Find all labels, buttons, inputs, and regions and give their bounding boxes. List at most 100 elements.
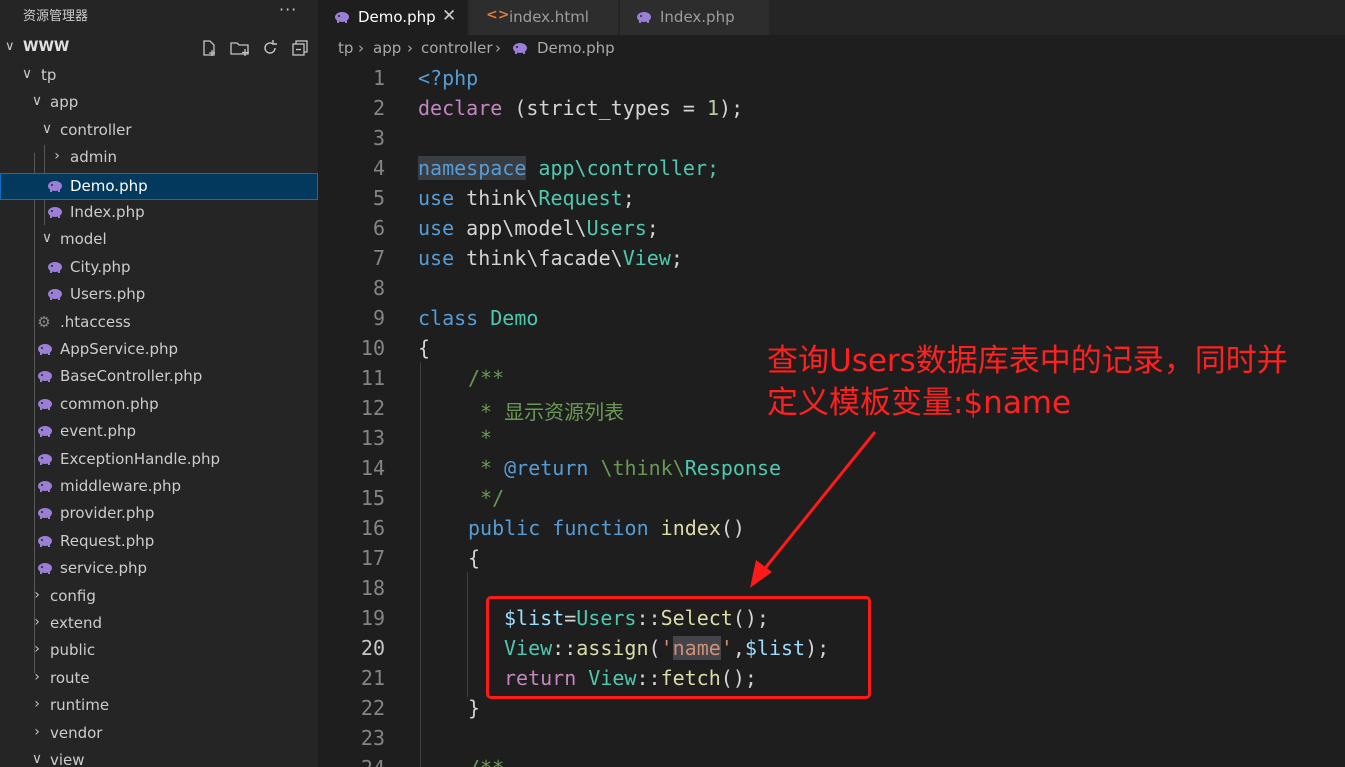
tree-label: public [50, 641, 96, 660]
php-elephant-icon [48, 207, 62, 218]
tree-label: City.php [70, 257, 131, 276]
tree-file-event-php[interactable]: event.php [0, 419, 318, 446]
tab-index-html[interactable]: <> index.html [469, 0, 619, 35]
code-line: * @return \think\Response [468, 456, 781, 480]
tree-folder-public[interactable]: › public [0, 638, 318, 665]
php-elephant-icon [38, 481, 52, 492]
tree-folder-runtime[interactable]: › runtime [0, 693, 318, 720]
code-token: ); [719, 96, 744, 120]
code-token: namespace [418, 156, 527, 180]
chevron-right-icon: › [34, 614, 40, 630]
breadcrumb-item[interactable]: Demo.php [537, 39, 615, 57]
indent-guide [420, 362, 421, 767]
breadcrumb-item[interactable]: tp [338, 39, 353, 57]
tree-folder-view[interactable]: ∨ view [0, 748, 318, 767]
code-line: * [468, 426, 492, 450]
tree-label: .htaccess [60, 312, 131, 331]
tree-file-service-php[interactable]: service.php [0, 556, 318, 583]
tab-demo-php[interactable]: Demo.php ✕ [318, 0, 468, 35]
line-number-current: 20 [360, 636, 385, 660]
code-token: * [468, 456, 505, 480]
editor-tab-bar: Demo.php ✕ <> index.html Index.php [318, 0, 1345, 35]
close-icon[interactable]: ✕ [442, 6, 456, 26]
php-elephant-icon [38, 563, 52, 575]
tab-label: Index.php [660, 8, 735, 26]
tree-file-request-php[interactable]: Request.php [0, 529, 318, 556]
tree-file-basecontroller-php[interactable]: BaseController.php [0, 364, 318, 391]
tree-label: extend [50, 614, 102, 632]
tree-folder-admin[interactable]: › admin [0, 145, 318, 172]
code-token: declare [418, 96, 503, 120]
tree-file-city-php[interactable]: City.php [0, 255, 318, 282]
tree-label: vendor [50, 723, 103, 742]
tree-file-common-php[interactable]: common.php [0, 392, 318, 419]
line-number: 1 [372, 66, 385, 90]
indent-guide [467, 572, 468, 697]
tree-file-demo-php[interactable]: Demo.php [0, 172, 318, 200]
php-elephant-icon [38, 426, 52, 438]
php-elephant-icon [48, 261, 62, 273]
breadcrumb-separator: › [495, 39, 501, 57]
tree-label: controller [60, 120, 132, 139]
code-token: { [418, 336, 431, 360]
php-elephant-icon [38, 344, 52, 355]
tree-file-provider-php[interactable]: provider.php [0, 501, 318, 528]
tree-folder-route[interactable]: › route [0, 666, 318, 693]
tree-file-users-php[interactable]: Users.php [0, 282, 318, 309]
code-token: Request [538, 186, 623, 210]
chevron-right-icon: › [34, 723, 40, 740]
tree-file-appservice-php[interactable]: AppService.php [0, 337, 318, 364]
code-token: use [418, 246, 455, 270]
tree-folder-config[interactable]: › config [0, 584, 318, 611]
line-number: 6 [372, 216, 385, 240]
tree-label: service.php [60, 559, 148, 578]
line-number: 17 [360, 546, 385, 570]
line-number: 22 [360, 696, 385, 720]
line-number: 13 [360, 426, 385, 450]
new-folder-icon[interactable] [230, 39, 249, 57]
tab-index-php[interactable]: Index.php [620, 0, 770, 35]
code-token: use [418, 216, 455, 240]
explorer-header: 资源管理器 ··· [0, 0, 318, 27]
php-elephant-icon [38, 371, 52, 383]
more-actions-icon[interactable]: ··· [279, 0, 297, 19]
tree-folder-vendor[interactable]: › vendor [0, 721, 318, 748]
line-number: 5 [372, 186, 385, 210]
line-number: 8 [372, 276, 385, 300]
tab-label: index.html [509, 8, 589, 26]
tree-folder-app[interactable]: ∨ app [0, 90, 318, 117]
tree-file-htaccess[interactable]: ⚙ .htaccess [0, 310, 318, 337]
tree-label: AppService.php [60, 340, 179, 358]
code-line: use think\Request; [418, 186, 635, 210]
tree-folder-controller[interactable]: ∨ controller [0, 118, 318, 145]
tree-folder-model[interactable]: ∨ model [0, 227, 318, 254]
line-number: 14 [360, 456, 385, 480]
code-line: } [468, 696, 480, 720]
code-token: * [468, 426, 493, 450]
new-file-icon[interactable] [200, 39, 218, 57]
tree-label: ExceptionHandle.php [60, 449, 221, 468]
breadcrumb-item[interactable]: controller [421, 39, 493, 57]
tree-folder-extend[interactable]: › extend [0, 611, 318, 638]
chevron-right-icon: › [54, 148, 60, 165]
chevron-down-icon: ∨ [31, 751, 43, 767]
tree-folder-tp[interactable]: ∨ tp [0, 63, 318, 90]
chevron-down-icon: ∨ [5, 39, 15, 54]
workspace-root-label: WWW [23, 39, 70, 55]
gear-icon: ⚙ [37, 312, 51, 331]
collapse-icon[interactable] [291, 39, 309, 57]
refresh-icon[interactable] [261, 39, 279, 57]
annotation-highlight-box [486, 596, 871, 699]
tree-file-middleware-php[interactable]: middleware.php [0, 474, 318, 501]
chevron-right-icon: › [34, 586, 40, 603]
tree-file-index-php[interactable]: Index.php [0, 200, 318, 227]
line-number: 10 [360, 336, 385, 360]
line-number: 18 [360, 576, 385, 600]
breadcrumb-item[interactable]: app [373, 39, 401, 57]
workspace-root[interactable]: ∨ WWW [0, 35, 318, 61]
code-token: ; [670, 246, 683, 270]
line-number: 15 [360, 486, 385, 510]
tree-file-exceptionhandle-php[interactable]: ExceptionHandle.php [0, 447, 318, 474]
code-token: 1 [707, 96, 720, 120]
chevron-right-icon: › [34, 668, 40, 685]
